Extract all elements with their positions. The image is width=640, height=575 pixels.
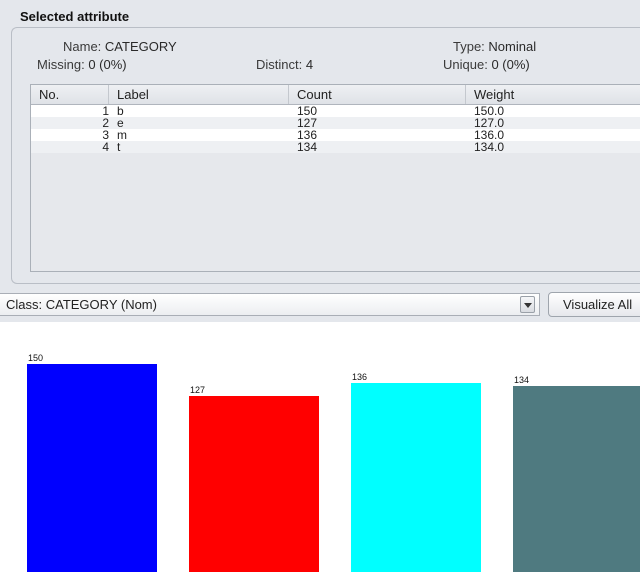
bar-value-label: 127 — [190, 385, 206, 395]
attribute-panel: Selected attribute Name: CATEGORY Missin… — [0, 0, 640, 322]
missing-value: 0 (0%) — [88, 57, 127, 72]
cell-no: 1 — [102, 104, 109, 118]
cell-no: 4 — [102, 140, 109, 154]
name-label: Name: — [63, 39, 102, 54]
bar-value-label: 150 — [28, 353, 44, 363]
distinct-info: Distinct: 4 — [256, 57, 313, 72]
type-info: Type: Nominal — [453, 39, 536, 54]
section-title: Selected attribute — [20, 9, 130, 24]
missing-info: Missing: 0 (0%) — [37, 57, 127, 72]
bar-t — [513, 386, 640, 572]
type-label: Type: — [453, 39, 485, 54]
column-header-no[interactable]: No. — [31, 85, 109, 104]
cell-no: 3 — [102, 128, 109, 142]
cell-label: t — [117, 140, 121, 154]
name-value: CATEGORY — [104, 39, 177, 54]
table-row[interactable]: 4 t 134 134.0 — [31, 141, 640, 153]
cell-weight: 134.0 — [474, 140, 505, 154]
visualize-all-button[interactable]: Visualize All — [548, 292, 640, 317]
bar-value-label: 134 — [514, 375, 530, 385]
cell-count: 134 — [297, 140, 318, 154]
bar-m — [351, 383, 481, 572]
unique-value: 0 (0%) — [491, 57, 530, 72]
distinct-value: 4 — [305, 57, 314, 72]
cell-no: 2 — [102, 116, 109, 130]
class-select-value: Class: CATEGORY (Nom) — [6, 297, 157, 312]
table-body: 1 b 150 150.0 2 e 127 127.0 3 m 136 136.… — [31, 105, 640, 153]
unique-label: Unique: — [443, 57, 488, 72]
column-header-count[interactable]: Count — [289, 85, 466, 104]
distinct-label: Distinct: — [256, 57, 303, 72]
bar-b — [27, 364, 157, 572]
name-info: Name: CATEGORY — [63, 39, 177, 54]
column-header-label[interactable]: Label — [109, 85, 289, 104]
bar-e — [189, 396, 319, 572]
class-distribution-chart: 150 127 136 134 — [0, 322, 640, 575]
table-row[interactable]: 3 m 136 136.0 — [31, 129, 640, 141]
label-count-table[interactable]: No. Label Count Weight 1 b 150 150.0 2 e… — [30, 84, 640, 272]
unique-info: Unique: 0 (0%) — [443, 57, 530, 72]
chevron-down-icon[interactable] — [520, 296, 535, 313]
missing-label: Missing: — [37, 57, 85, 72]
column-header-weight[interactable]: Weight — [466, 85, 640, 104]
type-value: Nominal — [488, 39, 537, 54]
class-select[interactable]: Class: CATEGORY (Nom) — [0, 293, 540, 316]
table-header: No. Label Count Weight — [31, 85, 640, 105]
bar-value-label: 136 — [352, 372, 368, 382]
